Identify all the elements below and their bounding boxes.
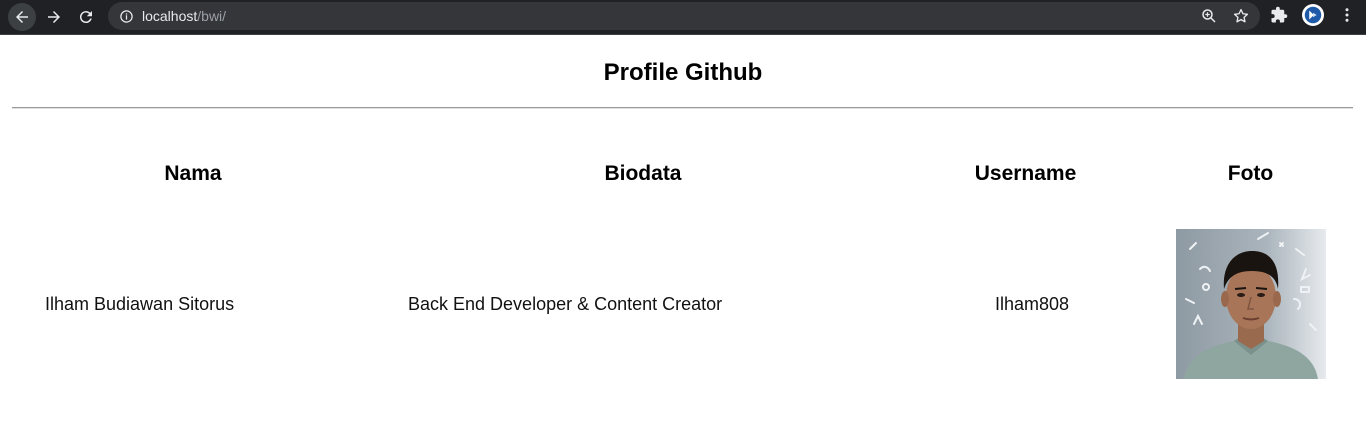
puzzle-icon[interactable]: [1270, 6, 1288, 24]
info-icon[interactable]: [118, 8, 134, 24]
profile-avatar-icon[interactable]: [1302, 4, 1324, 26]
profile-table: Nama Biodata Username Foto Ilham Budiawa…: [8, 145, 1358, 405]
zoom-icon[interactable]: [1200, 7, 1218, 25]
header-username: Username: [974, 162, 1077, 185]
url-text[interactable]: localhost/bwi/: [142, 8, 226, 24]
cell-username: Ilham808: [995, 293, 1070, 314]
cell-foto: [1143, 203, 1358, 405]
reload-button[interactable]: [72, 3, 100, 31]
cell-biodata: Back End Developer & Content Creator: [408, 293, 723, 314]
profile-photo: [1175, 229, 1326, 379]
star-icon[interactable]: [1232, 7, 1250, 25]
table-row: Ilham Budiawan Sitorus Back End Develope…: [8, 203, 1358, 405]
header-biodata: Biodata: [604, 162, 682, 185]
cell-nama: Ilham Budiawan Sitorus: [45, 293, 235, 314]
url-host: localhost: [142, 8, 198, 24]
url-path: /bwi/: [197, 8, 227, 24]
back-button[interactable]: [8, 3, 36, 31]
kebab-menu-icon[interactable]: [1338, 6, 1356, 24]
reload-icon: [79, 11, 92, 24]
forward-button[interactable]: [40, 3, 68, 31]
header-foto: Foto: [1227, 162, 1274, 185]
address-bar[interactable]: localhost/bwi/: [108, 2, 1260, 30]
header-nama: Nama: [164, 162, 222, 185]
page-title: Profile Github: [603, 59, 763, 86]
arrow-right-icon: [48, 11, 60, 23]
page-content: Profile Github Nama Biodata Username Fot…: [0, 35, 1366, 441]
browser-toolbar: localhost/bwi/: [0, 0, 1366, 35]
table-header-row: Nama Biodata Username Foto: [8, 145, 1358, 203]
arrow-left-icon: [16, 11, 28, 23]
divider: [12, 107, 1353, 109]
